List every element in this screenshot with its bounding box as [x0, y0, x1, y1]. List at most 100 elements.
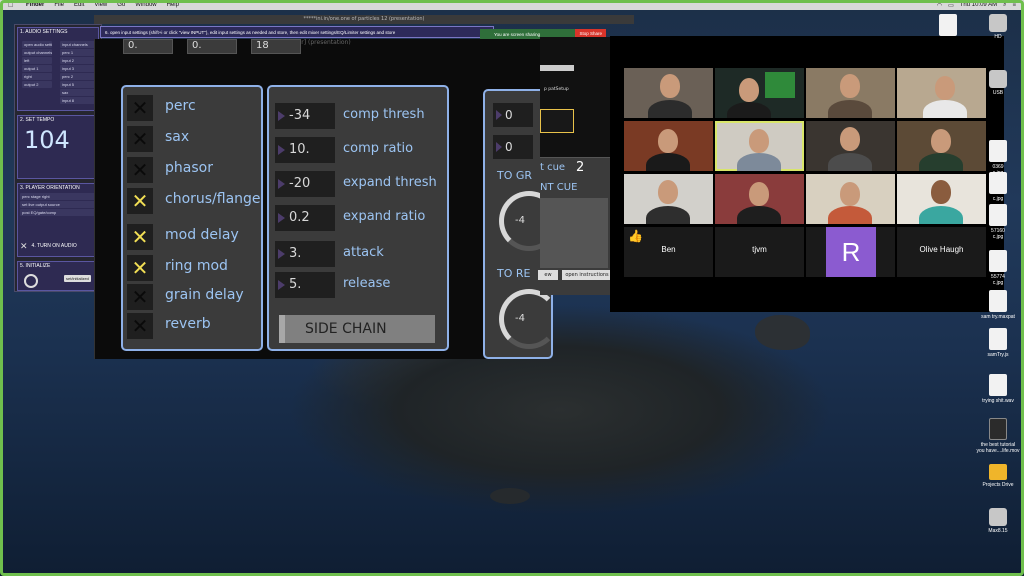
apple-icon[interactable]: : [8, 2, 16, 9]
input-select-1[interactable]: perc 1: [60, 49, 96, 56]
expand-thresh-number[interactable]: -20: [275, 171, 335, 197]
patsetup-button[interactable]: p patSetup: [544, 87, 569, 92]
right-label: right: [22, 73, 52, 80]
reverb-send-value: -4: [515, 313, 525, 324]
video-tile-5[interactable]: [624, 121, 713, 171]
grain-send-value: -4: [515, 215, 525, 226]
reverb-send-dial[interactable]: [499, 289, 559, 349]
view-button[interactable]: ew: [538, 270, 558, 280]
name-tile-tjvm[interactable]: tjvm: [715, 227, 804, 277]
input-select-6[interactable]: sax: [60, 89, 96, 96]
video-tile-1[interactable]: [624, 68, 713, 118]
perc-toggle[interactable]: ✕: [127, 95, 153, 121]
image-file-icon: [989, 172, 1007, 194]
wifi-icon[interactable]: ◠: [937, 2, 942, 9]
send-number-2[interactable]: 0: [493, 135, 533, 159]
effect-row-mod-delay: ✕ mod delay: [127, 224, 263, 252]
side-chain-button[interactable]: SIDE CHAIN: [279, 315, 435, 343]
clock[interactable]: Thu 10:09 AM: [960, 2, 997, 8]
comp-thresh-number[interactable]: -34: [275, 103, 335, 129]
audio-toggle-icon[interactable]: ✕: [20, 241, 28, 252]
video-tile-3[interactable]: [806, 68, 895, 118]
orientation-section: 3. PLAYER ORIENTATION perc stage right s…: [17, 183, 99, 257]
participant-name-ben: Ben: [661, 245, 676, 254]
desktop-icon-hd[interactable]: HD: [972, 14, 1024, 40]
number-triangle-icon: [278, 213, 285, 223]
menu-edit[interactable]: Edit: [74, 2, 84, 8]
initialize-button[interactable]: set/initialized: [64, 275, 91, 282]
send-number-1[interactable]: 0: [493, 103, 533, 127]
avatar: R: [826, 227, 876, 277]
dyn-row-comp-ratio: 10. comp ratio: [275, 137, 447, 165]
top-number-box-2[interactable]: 0.: [187, 39, 237, 54]
menu-view[interactable]: View: [94, 2, 107, 8]
search-icon[interactable]: ⌕: [1003, 2, 1006, 9]
desktop-icon-jpg-4[interactable]: 55774 c.jpg: [972, 250, 1024, 286]
top-number-box-3[interactable]: 18: [251, 39, 301, 54]
comp-ratio-number[interactable]: 10.: [275, 137, 335, 163]
name-tile-ben[interactable]: 👍 Ben: [624, 227, 713, 277]
expand-ratio-number[interactable]: 0.2: [275, 205, 335, 231]
output1-select[interactable]: output 1: [22, 65, 52, 72]
top-number-box-1[interactable]: 0.: [123, 39, 173, 54]
menu-window[interactable]: Window: [135, 2, 156, 8]
chorus-flange-toggle[interactable]: ✕: [127, 188, 153, 214]
desktop-icon-projects[interactable]: Projects Drive: [972, 464, 1024, 488]
next-cue-label: NT CUE: [540, 182, 578, 193]
attack-number[interactable]: 3.: [275, 241, 335, 267]
input-select-5[interactable]: input 5: [60, 81, 96, 88]
desktop-icon-jpg-3[interactable]: 57160 c.jpg: [972, 204, 1024, 240]
comp-ratio-label: comp ratio: [343, 141, 414, 156]
effect-row-grain-delay: ✕ grain delay: [127, 284, 263, 312]
battery-icon[interactable]: ▭: [948, 2, 954, 9]
desktop-icon-mov[interactable]: the best tutorial you have....life.mov: [966, 418, 1024, 454]
maxpat-file-icon: [989, 290, 1007, 312]
name-tile-avatar[interactable]: R: [806, 227, 895, 277]
chorus-flange-label: chorus/flange: [165, 191, 261, 207]
initialize-title: 5. INITIALIZE: [20, 263, 51, 269]
release-number[interactable]: 5.: [275, 272, 335, 298]
open-audio-settings-button[interactable]: open audio settings: [22, 41, 52, 48]
desktop-icon-js[interactable]: samTry.js: [972, 328, 1024, 358]
desktop-icon-doc-1[interactable]: [922, 14, 974, 38]
cue-label: t cue: [540, 162, 566, 173]
phasor-toggle[interactable]: ✕: [127, 157, 153, 183]
post-eq-select[interactable]: post EQ/gate/comp: [20, 209, 96, 216]
perc-label: perc: [165, 98, 196, 114]
ring-mod-toggle[interactable]: ✕: [127, 255, 153, 281]
control-center-icon[interactable]: ≡: [1012, 2, 1016, 8]
grain-delay-toggle[interactable]: ✕: [127, 284, 153, 310]
mod-delay-toggle[interactable]: ✕: [127, 224, 153, 250]
patch-window-titlebar[interactable]: *****ini.in/one.one of particles 12 (pre…: [94, 15, 634, 24]
reverb-toggle[interactable]: ✕: [127, 313, 153, 339]
video-tile-10[interactable]: [715, 174, 804, 224]
face-6: [749, 129, 769, 153]
input-select-2[interactable]: input 2: [60, 57, 96, 64]
desktop-icon-jpg-1[interactable]: 0369 c.jpg: [972, 140, 1024, 176]
desktop-icon-wav[interactable]: trying shit.wav: [972, 374, 1024, 404]
menu-finder[interactable]: Finder: [26, 2, 44, 8]
input-select-3[interactable]: input 3: [60, 65, 96, 72]
orientation-select[interactable]: perc stage right: [20, 193, 96, 200]
tempo-value[interactable]: 104: [24, 126, 70, 154]
input-select-7[interactable]: input 8: [60, 97, 96, 104]
menu-go[interactable]: Go: [117, 2, 125, 8]
desktop-icon-maxpat[interactable]: sam try.maxpat: [972, 290, 1024, 320]
video-tile-11[interactable]: [806, 174, 895, 224]
desktop-icon-max[interactable]: Max8.15: [972, 508, 1024, 534]
video-tile-2[interactable]: [715, 68, 804, 118]
audio-file-icon: [989, 374, 1007, 396]
menu-help[interactable]: Help: [167, 2, 179, 8]
effect-row-phasor: ✕ phasor: [127, 157, 263, 185]
face-10: [749, 182, 769, 206]
desktop-icon-usb[interactable]: USB: [972, 70, 1024, 96]
video-tile-6-active-speaker[interactable]: [715, 121, 804, 171]
video-tile-7[interactable]: [806, 121, 895, 171]
menu-file[interactable]: File: [54, 2, 64, 8]
video-tile-9[interactable]: [624, 174, 713, 224]
desktop-icon-jpg-2[interactable]: c.jpg: [972, 172, 1024, 202]
output2-select[interactable]: output 2: [22, 81, 52, 88]
sax-toggle[interactable]: ✕: [127, 126, 153, 152]
input-select-4[interactable]: perc 2: [60, 73, 96, 80]
open-instructions-button[interactable]: open instructions: [562, 270, 612, 280]
